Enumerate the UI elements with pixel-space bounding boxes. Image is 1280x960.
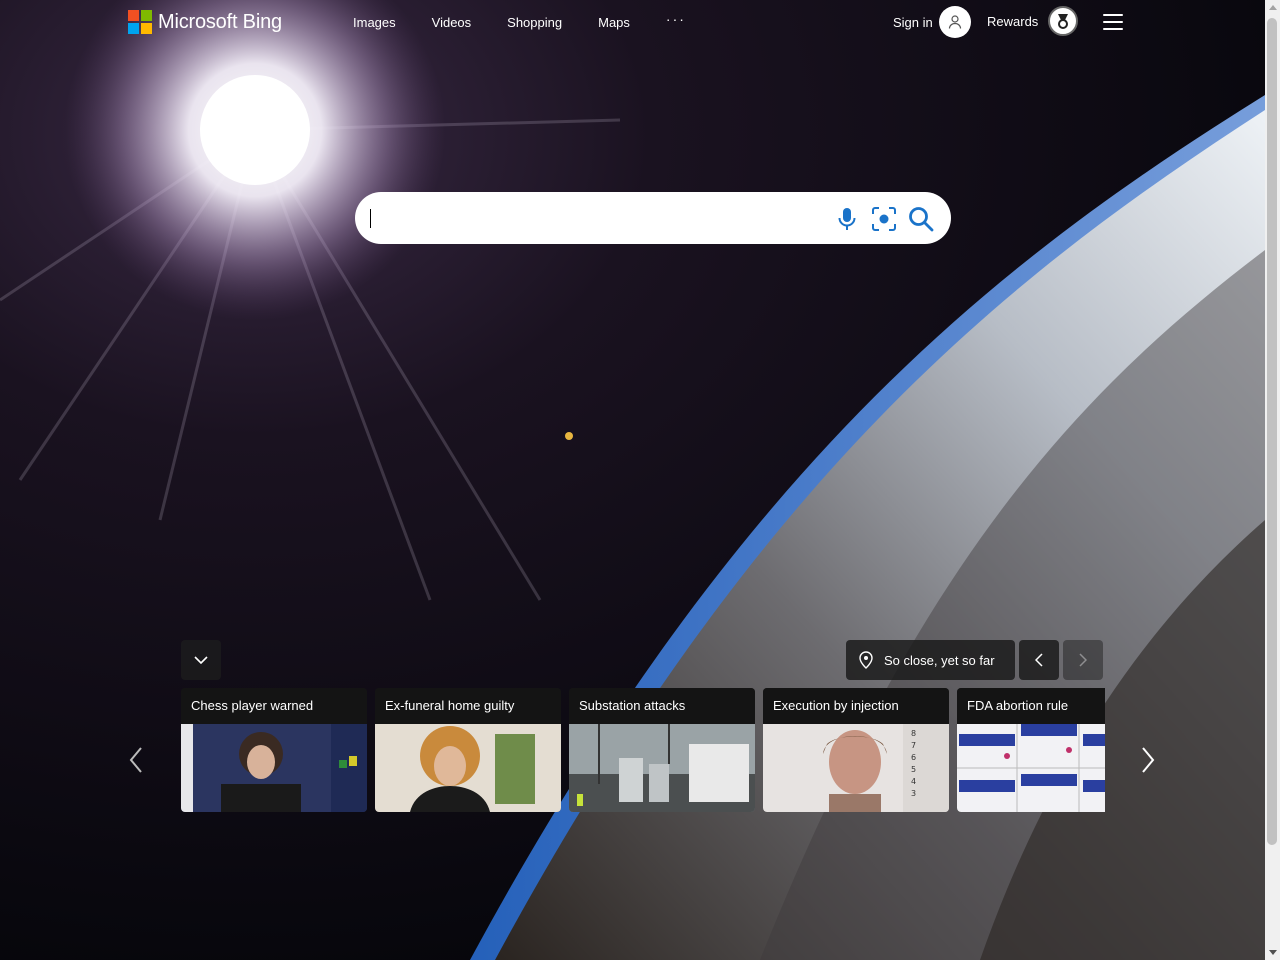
logo-text: Microsoft Bing xyxy=(158,10,282,33)
bing-logo[interactable]: Microsoft Bing xyxy=(128,10,282,34)
nav-more[interactable]: ··· xyxy=(666,11,686,31)
svg-text:7: 7 xyxy=(911,741,916,750)
page-scrollbar[interactable] xyxy=(1265,0,1280,960)
nav-images[interactable]: Images xyxy=(353,15,396,31)
background-image xyxy=(0,0,1265,960)
news-card-title: Execution by injection xyxy=(763,688,949,724)
collapse-feed-button[interactable] xyxy=(181,640,221,680)
news-card-image xyxy=(569,724,755,812)
news-card[interactable]: Chess player warned xyxy=(181,688,367,812)
scroll-down-icon[interactable] xyxy=(1265,945,1280,960)
svg-text:3: 3 xyxy=(911,789,916,798)
rewards-button[interactable]: Rewards xyxy=(987,6,1079,36)
chevron-right-icon xyxy=(1142,747,1155,773)
news-card-image xyxy=(957,724,1105,812)
nav-shopping[interactable]: Shopping xyxy=(507,15,562,31)
chevron-left-icon xyxy=(129,747,142,773)
sign-in-label: Sign in xyxy=(893,14,933,30)
news-card-image xyxy=(181,724,367,812)
search-box[interactable] xyxy=(355,192,951,244)
image-location-button[interactable]: So close, yet so far xyxy=(846,640,1015,680)
nav-maps[interactable]: Maps xyxy=(598,15,630,31)
news-card[interactable]: Substation attacks xyxy=(569,688,755,812)
news-card-image: 8 7 6 5 4 3 xyxy=(763,724,949,812)
sign-in-button[interactable]: Sign in xyxy=(893,6,971,38)
news-card-title: FDA abortion rule xyxy=(957,688,1105,724)
news-card[interactable]: FDA abortion rule xyxy=(957,688,1105,812)
next-image-button[interactable] xyxy=(1063,640,1103,680)
search-input[interactable] xyxy=(371,205,821,231)
user-avatar-icon xyxy=(938,6,971,38)
news-carousel: Chess player warned Ex-funeral home guil… xyxy=(181,688,1105,812)
microsoft-logo-icon xyxy=(128,10,152,34)
chevron-down-icon xyxy=(194,656,208,664)
news-card[interactable]: Execution by injection 8 7 6 5 4 3 xyxy=(763,688,949,812)
nav-videos[interactable]: Videos xyxy=(432,15,472,31)
svg-text:4: 4 xyxy=(911,777,916,786)
scrollbar-thumb[interactable] xyxy=(1267,18,1277,845)
news-card[interactable]: Ex-funeral home guilty xyxy=(375,688,561,812)
chevron-right-icon xyxy=(1079,653,1087,667)
top-nav: Images Videos Shopping Maps ··· xyxy=(353,11,722,31)
text-cursor xyxy=(370,209,371,228)
location-pin-icon xyxy=(859,651,873,669)
menu-icon[interactable] xyxy=(1103,14,1123,30)
svg-text:5: 5 xyxy=(911,765,916,774)
chevron-left-icon xyxy=(1035,653,1043,667)
carousel-next-button[interactable] xyxy=(1138,744,1158,776)
carousel-prev-button[interactable] xyxy=(126,744,146,776)
visual-search-icon[interactable] xyxy=(871,206,897,232)
news-card-title: Ex-funeral home guilty xyxy=(375,688,561,724)
svg-text:6: 6 xyxy=(911,753,916,762)
news-card-image xyxy=(375,724,561,812)
rewards-label: Rewards xyxy=(987,13,1039,29)
news-card-title: Substation attacks xyxy=(569,688,755,724)
rewards-medal-icon xyxy=(1048,6,1079,36)
news-card-title: Chess player warned xyxy=(181,688,367,724)
previous-image-button[interactable] xyxy=(1019,640,1059,680)
search-icon[interactable] xyxy=(908,206,934,232)
svg-text:8: 8 xyxy=(911,729,916,738)
microphone-icon[interactable] xyxy=(834,206,860,232)
image-location-label: So close, yet so far xyxy=(884,652,995,668)
scroll-up-icon[interactable] xyxy=(1265,0,1280,15)
